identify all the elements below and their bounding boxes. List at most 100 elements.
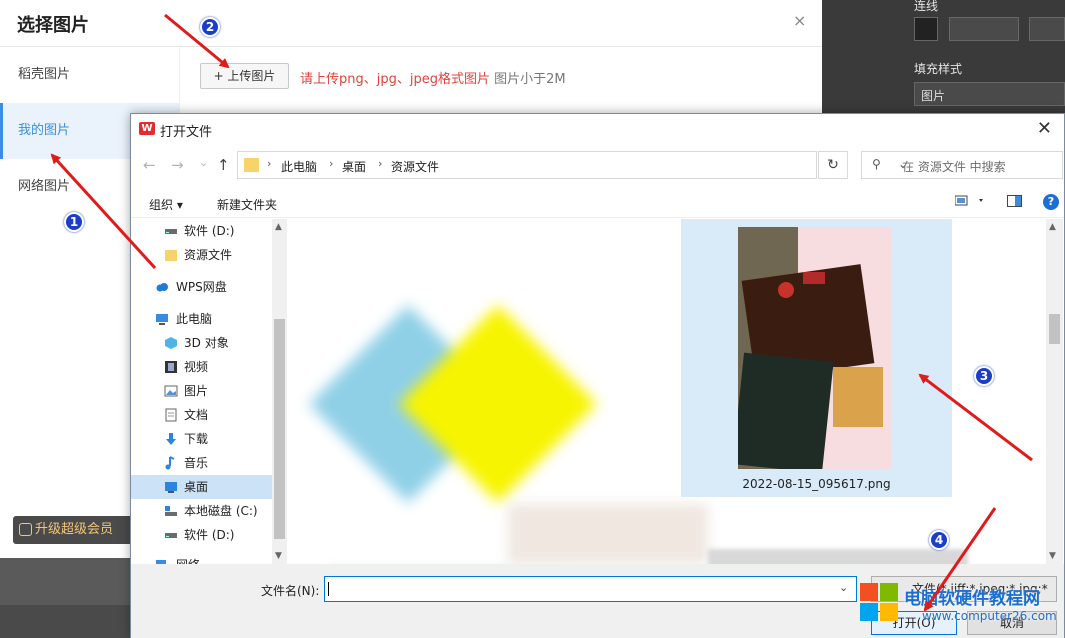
chevron-down-icon[interactable]: ⌄ xyxy=(839,581,848,594)
tree-item-videos[interactable]: 视频 xyxy=(131,355,272,379)
tree-item-resource-files[interactable]: 资源文件 xyxy=(131,243,272,267)
vip-icon xyxy=(19,523,32,536)
tree-item-label: 桌面 xyxy=(184,480,209,494)
upgrade-vip-button[interactable]: 升级超级会员 xyxy=(13,516,133,544)
tree-item-label: 下载 xyxy=(184,432,209,446)
download-icon xyxy=(166,433,176,445)
tree-scrollbar[interactable]: ▲ ▼ xyxy=(272,219,287,564)
tree-item-downloads[interactable]: 下载 xyxy=(131,427,272,451)
title-bar: W 打开文件 ✕ xyxy=(131,114,1064,144)
preview-pane-icon[interactable] xyxy=(1007,194,1023,211)
address-row: ← → ⌄ ↑ › 此电脑 › 桌面 › 资源文件 ⌄ ↻ ⚲ 在 资源文件 中… xyxy=(131,148,1064,182)
upload-image-button[interactable]: + 上传图片 xyxy=(200,63,289,89)
windows-logo-icon xyxy=(860,583,900,623)
watermark-url: www.computer26.com xyxy=(922,609,1057,623)
folder-icon xyxy=(165,250,177,261)
drive-icon xyxy=(165,506,177,516)
toolbar: 组织 ▾ 新建文件夹 ? xyxy=(131,188,1064,218)
scroll-up-icon[interactable]: ▲ xyxy=(1049,222,1056,232)
search-input[interactable]: ⚲ 在 资源文件 中搜索 xyxy=(861,151,1063,179)
line-width-input[interactable] xyxy=(1029,17,1065,41)
tree-item-music[interactable]: 音乐 xyxy=(131,451,272,475)
breadcrumb-separator: › xyxy=(329,157,334,170)
line-style-select[interactable] xyxy=(949,17,1019,41)
file-thumbnail-wps-logo[interactable] xyxy=(309,305,597,509)
step-badge-1: 1 xyxy=(64,212,84,232)
upload-format-hint: 请上传png、jpg、jpeg格式图片 xyxy=(300,72,490,87)
tree-item-software-d-top[interactable]: 软件 (D:) xyxy=(131,219,272,243)
back-arrow-icon[interactable]: ← xyxy=(143,156,156,174)
tree-item-label: 音乐 xyxy=(184,456,209,470)
desktop-icon xyxy=(165,482,177,493)
file-tile-selected[interactable]: 2022-08-15_095617.png xyxy=(681,219,952,497)
up-arrow-icon[interactable]: ↑ xyxy=(217,156,230,174)
content-scrollbar[interactable]: ▲ ▼ xyxy=(1046,219,1063,564)
address-bar[interactable]: › 此电脑 › 桌面 › 资源文件 ⌄ xyxy=(237,151,908,179)
background-bar xyxy=(0,605,130,638)
filename-label: 文件名(N): xyxy=(261,584,320,598)
tree-item-this-pc[interactable]: 此电脑 xyxy=(131,307,272,331)
recent-locations-icon[interactable]: ⌄ xyxy=(199,156,208,169)
organize-menu[interactable]: 组织 ▾ xyxy=(149,196,183,213)
tree-item-label: 网络 xyxy=(176,553,200,564)
search-icon: ⚲ xyxy=(872,157,881,171)
line-color-swatch[interactable] xyxy=(914,17,938,41)
tree-item-pictures[interactable]: 图片 xyxy=(131,379,272,403)
step-badge-4: 4 xyxy=(929,530,949,550)
breadcrumb-resource-files[interactable]: 资源文件 xyxy=(391,158,439,175)
close-icon[interactable]: ✕ xyxy=(1037,118,1052,139)
close-icon[interactable]: × xyxy=(793,11,806,30)
tree-item-label: 软件 (D:) xyxy=(184,224,235,238)
file-list: 2022-08-15_095617.png xyxy=(288,219,1046,564)
tree-item-label: 文档 xyxy=(184,408,209,422)
scroll-down-icon[interactable]: ▼ xyxy=(1049,551,1056,561)
dialog-title: 打开文件 xyxy=(160,125,213,140)
scrollbar-thumb[interactable] xyxy=(274,319,285,539)
dialog-title: 选择图片 xyxy=(17,15,89,36)
filename-input[interactable] xyxy=(324,576,857,602)
scroll-up-icon[interactable]: ▲ xyxy=(275,222,282,232)
tree-item-network[interactable]: 网络 xyxy=(131,553,272,564)
upload-hint: 请上传png、jpg、jpeg格式图片 图片小于2M xyxy=(300,68,566,87)
music-icon xyxy=(165,456,175,470)
document-icon xyxy=(165,408,177,422)
file-thumbnail-partial[interactable] xyxy=(708,549,968,564)
search-placeholder: 在 资源文件 中搜索 xyxy=(902,160,1006,174)
sidebar-item-docer-images[interactable]: 稻壳图片 xyxy=(0,47,180,103)
breadcrumb-desktop[interactable]: 桌面 xyxy=(342,158,366,175)
breadcrumb-separator: › xyxy=(378,157,383,170)
cloud-icon xyxy=(156,283,168,292)
tree-item-label: 图片 xyxy=(184,384,209,398)
tree-item-label: 此电脑 xyxy=(176,312,213,326)
line-label: 连线 xyxy=(914,0,939,13)
upload-size-hint: 图片小于2M xyxy=(489,72,566,87)
tree-item-label: 资源文件 xyxy=(184,248,233,262)
tree-item-wps-cloud[interactable]: WPS网盘 xyxy=(131,275,272,299)
property-panel: 连线 填充样式 图片 xyxy=(822,0,1065,115)
tree-item-label: WPS网盘 xyxy=(176,280,227,294)
tree-item-local-disk-c[interactable]: 本地磁盘 (C:) xyxy=(131,499,272,523)
breadcrumb-this-pc[interactable]: 此电脑 xyxy=(281,158,317,175)
help-icon[interactable]: ? xyxy=(1043,194,1059,210)
drive-icon xyxy=(165,229,177,234)
tree-item-desktop[interactable]: 桌面 xyxy=(131,475,272,499)
picture-icon xyxy=(164,385,178,397)
step-badge-2: 2 xyxy=(200,17,220,37)
new-folder-button[interactable]: 新建文件夹 xyxy=(217,196,277,213)
tree-item-software-d[interactable]: 软件 (D:) xyxy=(131,523,272,547)
file-name: 2022-08-15_095617.png xyxy=(742,477,891,491)
tree-item-documents[interactable]: 文档 xyxy=(131,403,272,427)
breadcrumb-separator: › xyxy=(267,157,272,170)
forward-arrow-icon[interactable]: → xyxy=(171,156,184,174)
fill-style-select[interactable]: 图片 xyxy=(914,82,1065,106)
open-file-dialog: W 打开文件 ✕ ← → ⌄ ↑ › 此电脑 › 桌面 › 资源文件 ⌄ ↻ ⚲… xyxy=(130,113,1065,638)
tree-item-label: 3D 对象 xyxy=(184,336,229,350)
refresh-button[interactable]: ↻ xyxy=(818,151,848,179)
cube-icon xyxy=(165,337,177,349)
tree-item-3d-objects[interactable]: 3D 对象 xyxy=(131,331,272,355)
wps-app-icon: W xyxy=(139,122,155,135)
scrollbar-thumb[interactable] xyxy=(1049,314,1060,344)
scroll-down-icon[interactable]: ▼ xyxy=(275,551,282,561)
file-thumbnail-blurred[interactable] xyxy=(508,504,708,564)
view-options-icon[interactable] xyxy=(954,194,985,211)
